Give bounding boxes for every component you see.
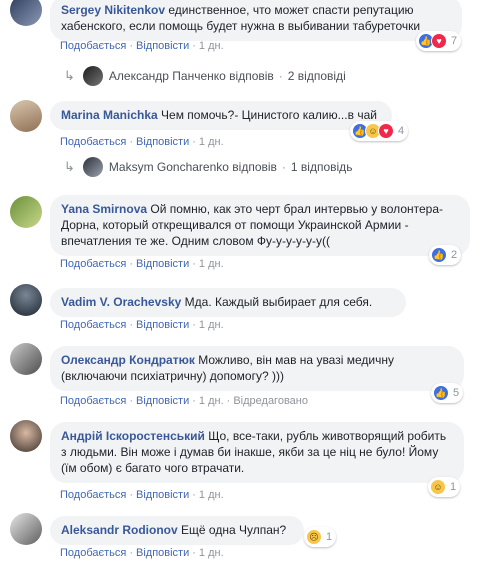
like-icon: 👍	[431, 247, 447, 263]
avatar[interactable]	[10, 420, 42, 452]
reactions-summary[interactable]: 👍 ♥ 7	[416, 31, 462, 51]
comment-text: Чем помочь?- Цинистого калию...в чай	[161, 108, 377, 122]
comment-actions: Подобається · Відповісти · 1 дн.	[60, 319, 224, 331]
avatar[interactable]	[10, 100, 42, 132]
reactions-summary[interactable]: ☹ 1	[304, 527, 337, 547]
comment-bubble: Yana Smirnova Ой помню, как это черт бра…	[50, 195, 470, 256]
comment-author[interactable]: Sergey Nikitenkov	[61, 3, 165, 17]
comment-bubble: Vadim V. Orachevsky Мда. Каждый выбирает…	[50, 288, 406, 317]
sad-icon: ☹	[306, 529, 322, 545]
comment-bubble: Sergey Nikitenkov единственное, что може…	[50, 0, 462, 41]
reply-link[interactable]: Відповісти	[136, 136, 189, 148]
reply-link[interactable]: Відповісти	[136, 319, 189, 331]
reaction-count: 5	[453, 387, 460, 399]
comment-author[interactable]: Андрій Іскоростенський	[61, 429, 205, 443]
timestamp[interactable]: 1 дн.	[199, 395, 224, 407]
timestamp[interactable]: 1 дн.	[199, 489, 224, 501]
comment-bubble: Aleksandr Rodionov Ещё одна Чулпан?	[50, 516, 304, 545]
like-link[interactable]: Подобається	[60, 395, 126, 407]
avatar[interactable]	[10, 0, 42, 26]
reactions-summary[interactable]: ☺ 1	[428, 477, 461, 497]
replies-link[interactable]: ↳ Александр Панченко відповів · 2 відпов…	[64, 66, 346, 86]
comment-author[interactable]: Aleksandr Rodionov	[61, 523, 178, 537]
reaction-count: 1	[326, 531, 333, 543]
avatar[interactable]	[10, 513, 42, 545]
comment-author[interactable]: Олександр Кондратюк	[61, 353, 195, 367]
like-link[interactable]: Подобається	[60, 547, 126, 559]
haha-icon: ☺	[430, 479, 446, 495]
timestamp[interactable]: 1 дн.	[199, 258, 224, 270]
comment-actions: Подобається · Відповісти · 1 дн.	[60, 40, 224, 52]
reply-link[interactable]: Відповісти	[136, 547, 189, 559]
comment-bubble: Олександр Кондратюк Можливо, він мав на …	[50, 346, 464, 391]
like-icon: 👍	[433, 385, 449, 401]
reply-count: 2 відповіді	[287, 69, 346, 83]
avatar	[82, 66, 103, 86]
replies-link[interactable]: ↳ Maksym Goncharenko відповів · 1 відпов…	[64, 157, 352, 177]
timestamp[interactable]: 1 дн.	[199, 40, 224, 52]
reply-arrow-icon: ↳	[64, 159, 75, 174]
comment-actions: Подобається · Відповісти · 1 дн.	[60, 258, 224, 270]
reaction-count: 1	[450, 481, 457, 493]
reply-link[interactable]: Відповісти	[136, 395, 189, 407]
like-link[interactable]: Подобається	[60, 136, 126, 148]
timestamp[interactable]: 1 дн.	[199, 136, 224, 148]
comment-bubble: Андрій Іскоростенський Що, все-таки, руб…	[50, 422, 464, 483]
comment-text: Мда. Каждый выбирает для себя.	[184, 295, 373, 309]
replier-name: Maksym Goncharenko відповів	[108, 160, 277, 174]
avatar[interactable]	[10, 284, 42, 316]
reply-count: 1 відповідь	[290, 160, 353, 174]
reaction-count: 2	[451, 249, 458, 261]
timestamp[interactable]: 1 дн.	[199, 319, 224, 331]
reply-link[interactable]: Відповісти	[136, 258, 189, 270]
comment-author[interactable]: Marina Manichka	[61, 108, 158, 122]
avatar[interactable]	[10, 343, 42, 375]
comment-text: Ещё одна Чулпан?	[181, 523, 287, 537]
comment-author[interactable]: Yana Smirnova	[61, 202, 147, 216]
avatar	[82, 157, 103, 177]
love-icon: ♥	[378, 123, 394, 139]
comment-bubble: Marina Manichka Чем помочь?- Цинистого к…	[50, 101, 392, 130]
reaction-count: 7	[451, 35, 458, 47]
replier-name: Александр Панченко відповів	[108, 69, 274, 83]
reply-link[interactable]: Відповісти	[136, 489, 189, 501]
like-link[interactable]: Подобається	[60, 319, 126, 331]
like-link[interactable]: Подобається	[60, 489, 126, 501]
reactions-summary[interactable]: 👍 5	[431, 383, 464, 403]
reply-arrow-icon: ↳	[64, 68, 75, 83]
comment-actions: Подобається · Відповісти · 1 дн. · Відредагова…	[60, 395, 308, 407]
comment-author[interactable]: Vadim V. Orachevsky	[61, 295, 181, 309]
reaction-count: 4	[398, 125, 405, 137]
reply-link[interactable]: Відповісти	[136, 40, 189, 52]
like-link[interactable]: Подобається	[60, 40, 126, 52]
timestamp[interactable]: 1 дн.	[199, 547, 224, 559]
love-icon: ♥	[431, 33, 447, 49]
comment-actions: Подобається · Відповісти · 1 дн.	[60, 136, 224, 148]
like-link[interactable]: Подобається	[60, 258, 126, 270]
comment-actions: Подобається · Відповісти · 1 дн.	[60, 547, 224, 559]
reactions-summary[interactable]: 👍 2	[429, 245, 462, 265]
reactions-summary[interactable]: 👍 ☺ ♥ 4	[350, 121, 409, 141]
avatar[interactable]	[10, 196, 42, 228]
comment-actions: Подобається · Відповісти · 1 дн.	[60, 489, 224, 501]
edited-label[interactable]: Відредаговано	[233, 395, 308, 407]
